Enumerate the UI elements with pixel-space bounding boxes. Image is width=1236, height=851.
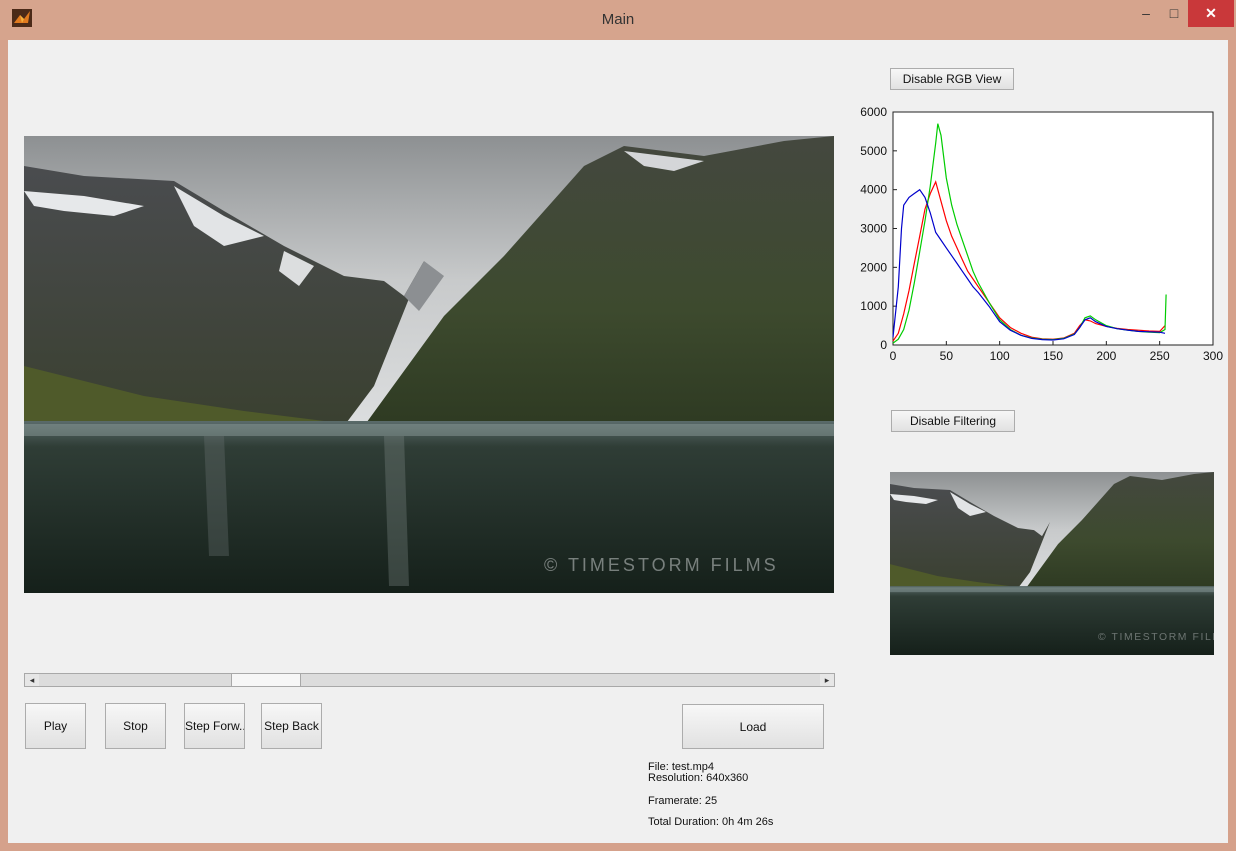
- x-tick-label: 100: [990, 349, 1010, 363]
- y-tick-label: 3000: [860, 222, 887, 236]
- x-tick-label: 0: [890, 349, 897, 363]
- total-duration-label: Total Duration: 0h 4m 26s: [648, 816, 774, 828]
- stop-button[interactable]: Stop: [105, 703, 166, 749]
- x-tick-label: 250: [1150, 349, 1170, 363]
- window-title: Main: [601, 11, 635, 28]
- disable-rgb-view-button[interactable]: Disable RGB View: [890, 68, 1014, 90]
- watermark-text: © TIMESTORM FILMS: [544, 555, 779, 575]
- y-tick-label: 0: [880, 338, 887, 352]
- main-video-frame: © TIMESTORM FILMS: [24, 136, 834, 593]
- title-bar[interactable]: Main – □ ✕: [0, 0, 1236, 40]
- x-tick-label: 50: [940, 349, 954, 363]
- y-tick-label: 2000: [860, 260, 887, 274]
- x-tick-label: 150: [1043, 349, 1063, 363]
- client-area: © TIMESTORM FILMS Disable RGB View 0 50 10…: [8, 40, 1228, 843]
- y-tick-label: 5000: [860, 144, 887, 158]
- filtered-preview-frame: © TIMESTORM FILMS: [890, 472, 1214, 655]
- slider-thumb[interactable]: [230, 674, 301, 686]
- video-position-slider[interactable]: ◂ ▸: [24, 673, 835, 687]
- play-button[interactable]: Play: [25, 703, 86, 749]
- load-button[interactable]: Load: [682, 704, 824, 749]
- framerate-label: Framerate: 25: [648, 795, 718, 807]
- close-button[interactable]: ✕: [1188, 0, 1234, 27]
- preview-watermark-text: © TIMESTORM FILMS: [1098, 632, 1214, 643]
- rgb-histogram: 0 50 100 150 200 250 3000100020003000400050006…: [860, 105, 1223, 363]
- y-tick-label: 4000: [860, 183, 887, 197]
- x-tick-label: 300: [1203, 349, 1223, 363]
- main-window: Main – □ ✕ © TIMESTORM FILMS Disable RGB…: [0, 0, 1236, 851]
- minimize-button[interactable]: –: [1132, 0, 1160, 27]
- slider-right-arrow-icon[interactable]: ▸: [820, 674, 834, 686]
- step-back-button[interactable]: Step Back: [261, 703, 322, 749]
- x-tick-label: 200: [1096, 349, 1116, 363]
- step-forward-button[interactable]: Step Forw...: [184, 703, 245, 749]
- maximize-button[interactable]: □: [1160, 0, 1188, 27]
- y-tick-label: 6000: [860, 105, 887, 119]
- disable-filtering-button[interactable]: Disable Filtering: [891, 410, 1015, 432]
- y-tick-label: 1000: [860, 299, 887, 313]
- resolution-label: Resolution: 640x360: [648, 772, 749, 784]
- histogram-plot-area: [892, 111, 1214, 346]
- slider-left-arrow-icon[interactable]: ◂: [25, 674, 39, 686]
